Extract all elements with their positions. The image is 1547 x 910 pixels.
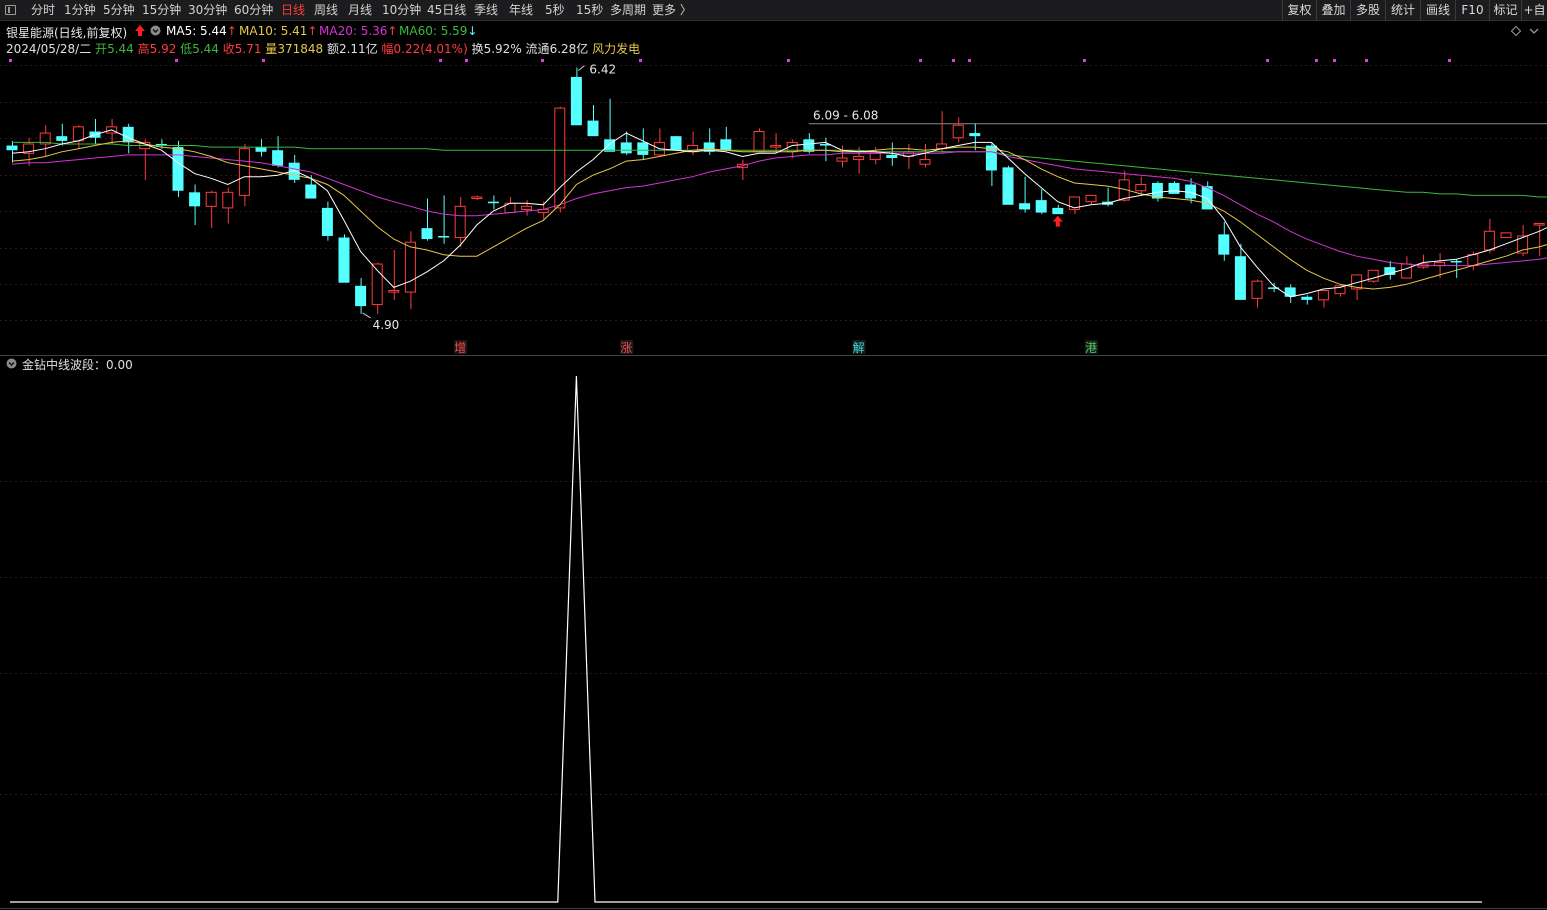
candle-body [1284,287,1296,297]
candle-body [753,131,765,153]
marker-dot [1365,59,1368,62]
candle-body [1467,254,1479,267]
buy-arrow-icon [1052,215,1063,227]
marker-dot [639,59,642,62]
candle-body [720,139,732,151]
candle-body [620,142,632,154]
marker-dot [1448,59,1451,62]
candle-body [587,120,599,137]
marker-dot [952,59,955,62]
candle-body [869,152,881,161]
candle-body [122,126,134,143]
candle-body [404,241,416,293]
candle-body [1052,207,1064,215]
candle-body [222,191,234,209]
marker-dot [175,59,178,62]
candle-body [305,184,317,199]
event-marker: 解 [853,341,865,355]
candle-body [952,124,964,139]
grid-lines [0,65,1547,795]
candle-body [1085,194,1097,203]
candle-body [205,191,217,207]
event-marker: 港 [1085,341,1097,355]
marker-dot [439,59,442,62]
marker-dot [787,59,790,62]
candle-body [1483,230,1495,251]
candle-body [238,148,250,196]
candle-body [1135,184,1147,192]
candle-body [172,147,184,191]
candle-body [321,207,333,236]
candle-body [853,155,865,161]
candle-body [1168,182,1180,194]
candle-body [72,126,84,142]
candle-body [487,201,499,204]
candle-body [6,145,18,151]
event-marker: 涨 [620,340,632,355]
candle-body [1500,232,1512,239]
candle-body [471,196,483,200]
range-label: 6.09 - 6.08 [813,109,878,123]
candle-body [886,154,898,159]
candle-body [255,147,267,152]
marker-dot [1315,59,1318,62]
candle-body [1035,200,1047,213]
candle-body [189,192,201,207]
kline-chart[interactable]: 6.09 - 6.086.424.90增涨解港财 [0,0,1547,910]
candle-body [570,76,582,126]
candle-body [1218,234,1230,255]
high-pointer [578,65,585,71]
candle-body [1301,296,1313,300]
high-label: 6.42 [589,63,616,77]
candle-body [1533,222,1545,226]
candle-body [1002,167,1014,205]
candle-body [836,157,848,162]
candle-body [1317,290,1329,301]
candle-body [554,107,566,209]
candle-body [388,290,400,293]
marker-dot [1266,59,1269,62]
marker-dot [1333,59,1336,62]
candle-body [1400,263,1412,279]
marker-dot [465,59,468,62]
marker-dot [968,59,971,62]
candle-body [1234,256,1246,300]
candle-body [421,228,433,240]
marker-dot [1083,59,1086,62]
low-label: 4.90 [373,318,400,332]
candle-body [969,133,981,137]
candle-body [670,136,682,151]
marker-dot [262,59,265,62]
candle-body [56,136,68,141]
candles [6,67,1545,314]
marker-dot [541,59,544,62]
candle-body [1251,280,1263,299]
candle-body [272,150,284,166]
candle-body [1019,203,1031,210]
marker-dot [9,59,12,62]
marker-dot [919,59,922,62]
candle-body [454,205,466,239]
candle-body [521,205,533,210]
candle-body [1450,260,1462,263]
indicator-line [10,375,1482,903]
candle-body [338,237,350,283]
candle-body [637,142,649,155]
candle-body [770,145,782,148]
candle-body [919,159,931,165]
candle-body [355,285,367,307]
low-pointer [362,312,371,319]
event-marker: 增 [454,341,466,355]
candle-body [438,235,450,238]
